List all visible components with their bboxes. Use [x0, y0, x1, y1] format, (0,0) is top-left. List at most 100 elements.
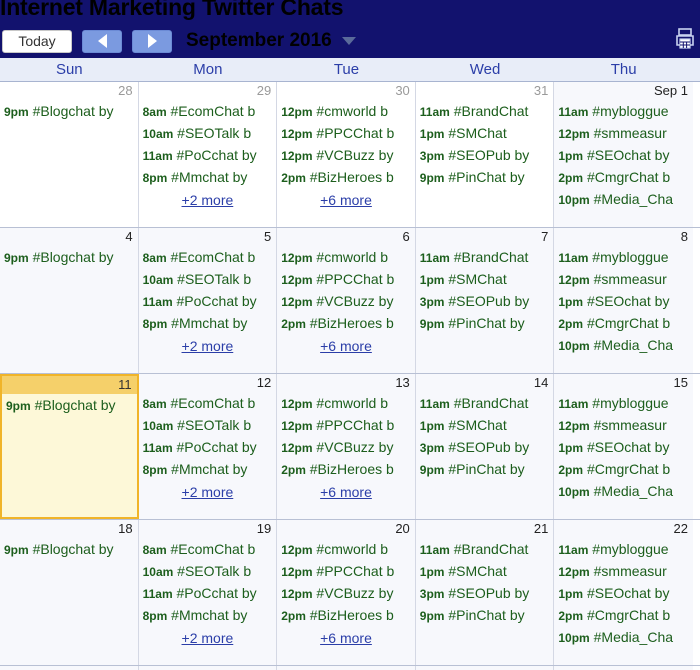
calendar-event[interactable]: 2pm #BizHeroes b: [277, 459, 415, 481]
calendar-event[interactable]: 8am #EcomChat b: [139, 247, 277, 269]
calendar-event[interactable]: 1pm #SMChat: [416, 269, 554, 291]
day-cell[interactable]: 27: [277, 666, 416, 670]
chevron-down-icon[interactable]: [341, 37, 356, 45]
calendar-event[interactable]: 12pm #cmworld b: [277, 539, 415, 561]
day-number[interactable]: 15: [554, 374, 693, 392]
day-cell[interactable]: 8 11am #mybloggue 12pm #smmeasur 1pm #SEOch…: [554, 228, 693, 373]
calendar-event[interactable]: 12pm #PPCChat b: [277, 269, 415, 291]
day-number[interactable]: 30: [277, 82, 415, 100]
calendar-event[interactable]: 8pm #Mmchat by: [139, 459, 277, 481]
day-cell[interactable]: 28: [415, 666, 555, 670]
day-cell[interactable]: Sep 1 11am #mybloggue 12pm #smmeasur 1pm #S…: [554, 82, 693, 227]
calendar-event[interactable]: 3pm #SEOPub by: [416, 583, 554, 605]
calendar-event[interactable]: 12pm #PPCChat b: [277, 415, 415, 437]
day-cell[interactable]: 25: [0, 666, 139, 670]
calendar-event[interactable]: 12pm #VCBuzz by: [277, 145, 415, 167]
day-cell[interactable]: 14 11am #BrandChat 1pm #SMChat 3pm #SEOPub …: [415, 374, 555, 519]
day-cell[interactable]: 31 11am #BrandChat 1pm #SMChat 3pm #SEOPub …: [415, 82, 555, 227]
calendar-event[interactable]: 11am #BrandChat: [416, 101, 554, 123]
calendar-event[interactable]: 2pm #CmgrChat b: [554, 167, 693, 189]
calendar-event[interactable]: 11am #PoCchat by: [139, 437, 277, 459]
more-events-link[interactable]: +2 more: [139, 627, 277, 649]
more-events-link[interactable]: +2 more: [139, 481, 277, 503]
calendar-event[interactable]: 11am #mybloggue: [554, 101, 693, 123]
day-number[interactable]: 11: [2, 376, 137, 394]
day-cell[interactable]: 7 11am #BrandChat 1pm #SMChat 3pm #SEOPub b…: [415, 228, 555, 373]
day-cell[interactable]: 26: [138, 666, 278, 670]
calendar-event[interactable]: 10am #SEOTalk b: [139, 561, 277, 583]
more-events-link[interactable]: +6 more: [277, 335, 415, 357]
calendar-event[interactable]: 8am #EcomChat b: [139, 101, 277, 123]
calendar-event[interactable]: 10am #SEOTalk b: [139, 415, 277, 437]
day-cell[interactable]: 29 8am #EcomChat b 10am #SEOTalk b 11am #Po…: [138, 82, 278, 227]
calendar-event[interactable]: 9pm #Blogchat by: [0, 539, 138, 561]
day-cell-today[interactable]: 11 9pm #Blogchat by: [0, 374, 139, 519]
calendar-event[interactable]: 9pm #PinChat by: [416, 605, 554, 627]
more-events-link[interactable]: +2 more: [139, 189, 277, 211]
calendar-event[interactable]: 12pm #cmworld b: [277, 101, 415, 123]
day-cell[interactable]: 30 12pm #cmworld b 12pm #PPCChat b 12pm #VC…: [277, 82, 416, 227]
day-cell[interactable]: 21 11am #BrandChat 1pm #SMChat 3pm #SEOPub …: [415, 520, 555, 665]
day-number[interactable]: 12: [138, 374, 277, 392]
calendar-event[interactable]: 8am #EcomChat b: [139, 393, 277, 415]
day-cell[interactable]: 5 8am #EcomChat b 10am #SEOTalk b 11am #PoC…: [138, 228, 278, 373]
day-number[interactable]: 27: [277, 666, 415, 670]
print-calendar-icon[interactable]: [674, 28, 696, 52]
calendar-event[interactable]: 12pm #PPCChat b: [277, 123, 415, 145]
calendar-event[interactable]: 2pm #CmgrChat b: [554, 313, 693, 335]
calendar-event[interactable]: 1pm #SEOchat by: [554, 583, 693, 605]
day-cell[interactable]: 4 9pm #Blogchat by: [0, 228, 139, 373]
calendar-event[interactable]: 8pm #Mmchat by: [139, 313, 277, 335]
day-cell[interactable]: 22 11am #mybloggue 12pm #smmeasur 1pm #SEOc…: [554, 520, 693, 665]
day-cell[interactable]: 13 12pm #cmworld b 12pm #PPCChat b 12pm #VC…: [277, 374, 416, 519]
calendar-event[interactable]: 1pm #SMChat: [416, 415, 554, 437]
calendar-event[interactable]: 11am #mybloggue: [554, 539, 693, 561]
day-cell[interactable]: 18 9pm #Blogchat by: [0, 520, 139, 665]
calendar-event[interactable]: 12pm #PPCChat b: [277, 561, 415, 583]
more-events-link[interactable]: +6 more: [277, 627, 415, 649]
day-cell[interactable]: 12 8am #EcomChat b 10am #SEOTalk b 11am #Po…: [138, 374, 278, 519]
day-cell[interactable]: 28 9pm #Blogchat by: [0, 82, 139, 227]
calendar-event[interactable]: 12pm #smmeasur: [554, 415, 693, 437]
day-number[interactable]: 8: [554, 228, 693, 246]
calendar-event[interactable]: 11am #PoCchat by: [139, 583, 277, 605]
next-period-button[interactable]: [132, 29, 172, 53]
calendar-event[interactable]: 10pm #Media_Cha: [554, 627, 693, 649]
calendar-event[interactable]: 11am #BrandChat: [416, 539, 554, 561]
day-cell[interactable]: 20 12pm #cmworld b 12pm #PPCChat b 12pm #VC…: [277, 520, 416, 665]
calendar-event[interactable]: 12pm #VCBuzz by: [277, 291, 415, 313]
day-number[interactable]: 4: [0, 228, 138, 246]
day-number[interactable]: 31: [415, 82, 554, 100]
day-number[interactable]: 13: [277, 374, 415, 392]
day-number[interactable]: 29: [138, 82, 277, 100]
calendar-event[interactable]: 1pm #SMChat: [416, 123, 554, 145]
calendar-event[interactable]: 12pm #smmeasur: [554, 269, 693, 291]
calendar-event[interactable]: 2pm #BizHeroes b: [277, 313, 415, 335]
calendar-event[interactable]: 9pm #PinChat by: [416, 459, 554, 481]
calendar-event[interactable]: 2pm #BizHeroes b: [277, 167, 415, 189]
day-cell[interactable]: 29: [554, 666, 693, 670]
calendar-event[interactable]: 12pm #VCBuzz by: [277, 437, 415, 459]
calendar-event[interactable]: 11am #BrandChat: [416, 247, 554, 269]
calendar-event[interactable]: 9pm #Blogchat by: [0, 247, 138, 269]
calendar-event[interactable]: 10pm #Media_Cha: [554, 335, 693, 357]
calendar-event[interactable]: 12pm #cmworld b: [277, 247, 415, 269]
day-number[interactable]: 22: [554, 520, 693, 538]
day-number[interactable]: 6: [277, 228, 415, 246]
calendar-event[interactable]: 10am #SEOTalk b: [139, 123, 277, 145]
day-number[interactable]: Sep 1: [554, 82, 693, 100]
day-number[interactable]: 19: [138, 520, 277, 538]
calendar-event[interactable]: 3pm #SEOPub by: [416, 437, 554, 459]
day-number[interactable]: 28: [0, 82, 138, 100]
day-number[interactable]: 14: [415, 374, 554, 392]
calendar-event[interactable]: 2pm #CmgrChat b: [554, 605, 693, 627]
day-number[interactable]: 18: [0, 520, 138, 538]
calendar-event[interactable]: 9pm #Blogchat by: [2, 395, 137, 417]
day-number[interactable]: 5: [138, 228, 277, 246]
day-number[interactable]: 21: [415, 520, 554, 538]
calendar-event[interactable]: 11am #PoCchat by: [139, 145, 277, 167]
more-events-link[interactable]: +2 more: [139, 335, 277, 357]
calendar-event[interactable]: 1pm #SMChat: [416, 561, 554, 583]
today-button[interactable]: Today: [2, 29, 72, 53]
day-number[interactable]: 20: [277, 520, 415, 538]
